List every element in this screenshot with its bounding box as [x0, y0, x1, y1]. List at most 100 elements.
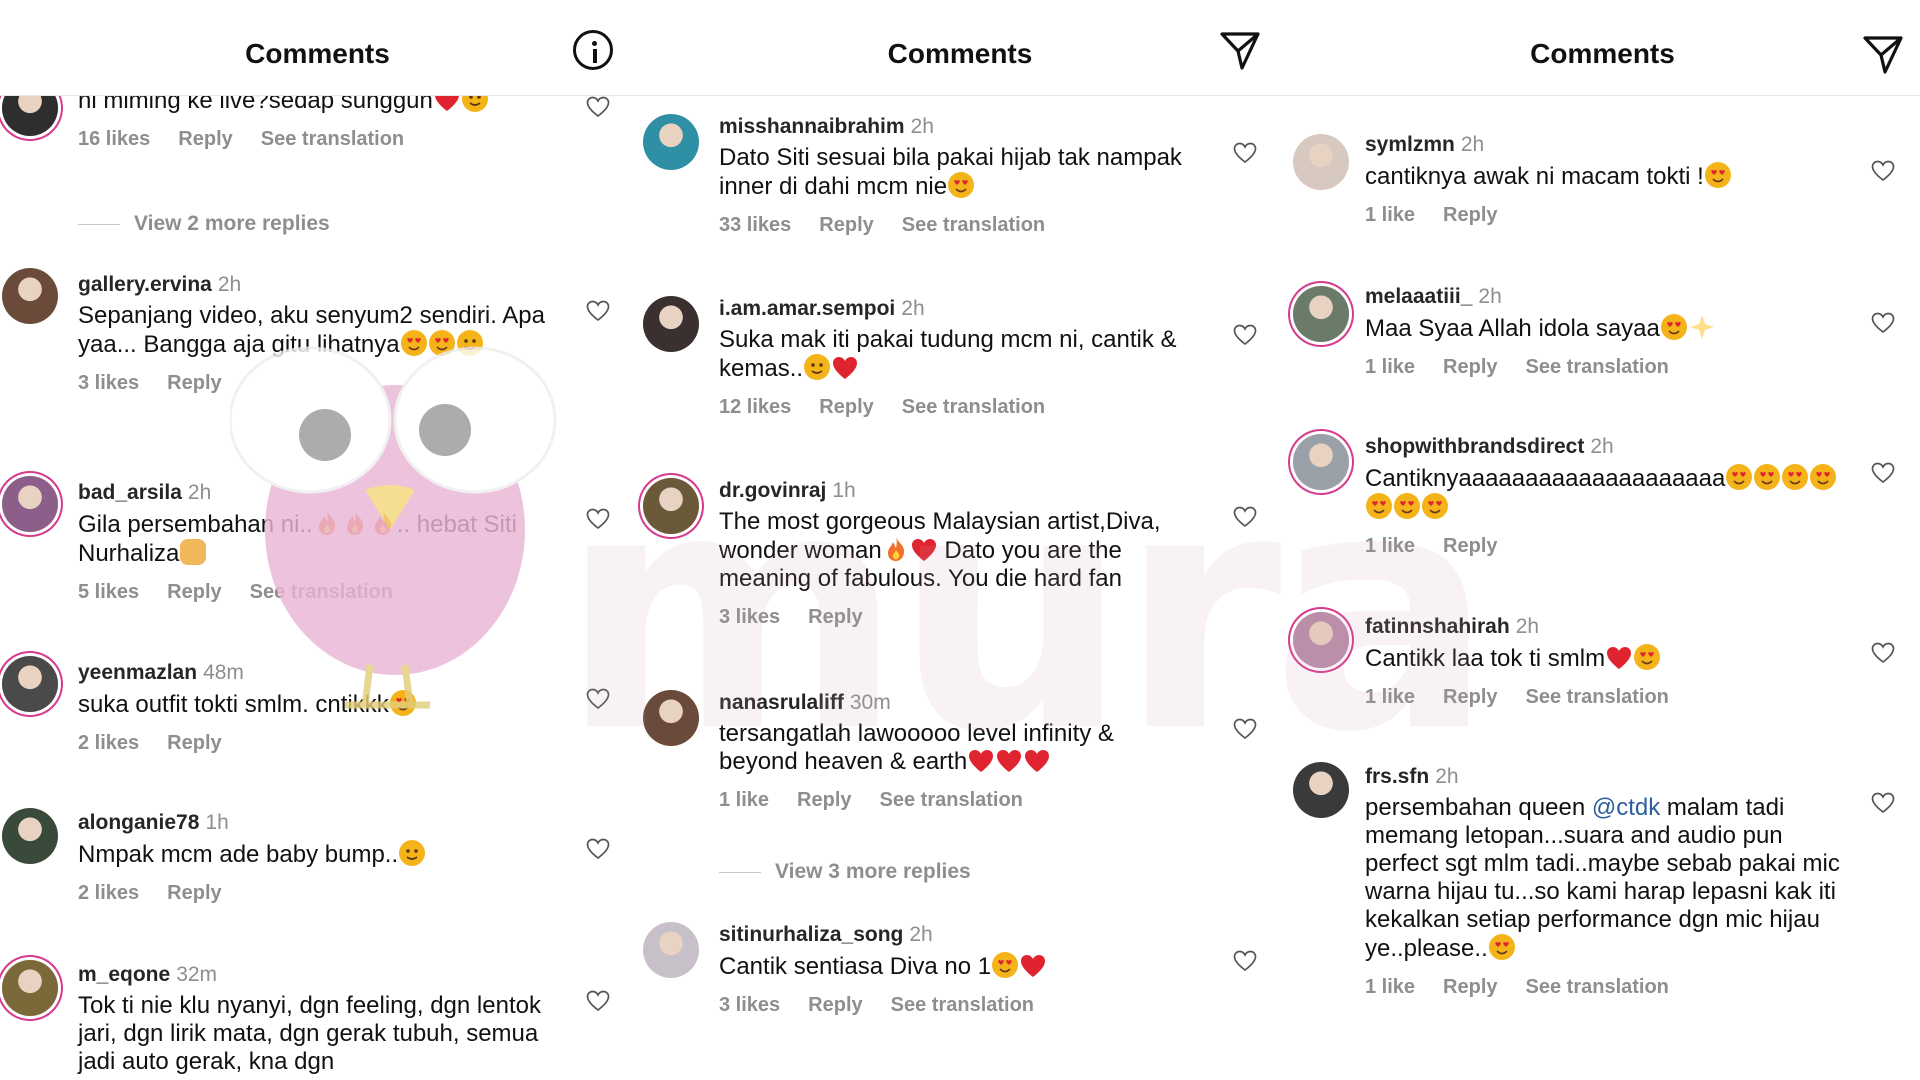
info-icon[interactable]: [573, 30, 615, 72]
send-icon[interactable]: [1219, 30, 1261, 72]
reply-button[interactable]: Reply: [178, 128, 232, 150]
like-heart-icon[interactable]: [1871, 792, 1895, 814]
like-heart-icon[interactable]: [586, 688, 610, 710]
like-heart-icon[interactable]: [1871, 312, 1895, 334]
like-heart-icon[interactable]: [1233, 718, 1257, 740]
username[interactable]: yeenmazlan: [78, 661, 197, 684]
reply-button[interactable]: Reply: [797, 789, 851, 811]
comment-text: persembahan queen @ctdk malam tadi meman…: [1365, 794, 1845, 963]
username[interactable]: nanasrulaliff: [719, 691, 844, 714]
avatar[interactable]: [1293, 762, 1349, 818]
likes-count[interactable]: 1 like: [1365, 686, 1415, 708]
username[interactable]: alonganie78: [78, 811, 199, 834]
avatar[interactable]: [2, 476, 58, 532]
username[interactable]: gallery.ervina: [78, 273, 212, 296]
reply-button[interactable]: Reply: [1443, 356, 1497, 378]
reply-button[interactable]: Reply: [1443, 535, 1497, 557]
comment-text: Suka mak iti pakai tudung mcm ni, cantik…: [719, 326, 1199, 383]
avatar[interactable]: [1293, 612, 1349, 668]
page-title: Comments: [1530, 38, 1675, 69]
like-heart-icon[interactable]: [1233, 324, 1257, 346]
see-translation-link[interactable]: See translation: [902, 396, 1045, 418]
reply-button[interactable]: Reply: [1443, 976, 1497, 998]
username[interactable]: m_eqone: [78, 963, 170, 986]
likes-count[interactable]: 3 likes: [78, 372, 139, 394]
see-translation-link[interactable]: See translation: [250, 581, 393, 603]
likes-count[interactable]: 1 like: [1365, 535, 1415, 557]
likes-count[interactable]: 3 likes: [719, 606, 780, 628]
username[interactable]: fatinnshahirah: [1365, 615, 1510, 638]
likes-count[interactable]: 1 like: [1365, 204, 1415, 226]
avatar[interactable]: [643, 690, 699, 746]
like-heart-icon[interactable]: [1871, 462, 1895, 484]
username[interactable]: dr.govinraj: [719, 479, 826, 502]
avatar[interactable]: [643, 922, 699, 978]
username[interactable]: melaaatiii_: [1365, 285, 1472, 308]
like-heart-icon[interactable]: [1233, 142, 1257, 164]
avatar[interactable]: [643, 296, 699, 352]
like-heart-icon[interactable]: [586, 838, 610, 860]
see-translation-link[interactable]: See translation: [891, 994, 1034, 1016]
avatar[interactable]: [2, 656, 58, 712]
heart-eyes-emoji-icon: [992, 952, 1019, 978]
likes-count[interactable]: 33 likes: [719, 214, 791, 236]
timestamp: 2h: [1435, 765, 1459, 788]
reply-button[interactable]: Reply: [1443, 686, 1497, 708]
see-translation-link[interactable]: See translation: [902, 214, 1045, 236]
see-translation-link[interactable]: See translation: [1526, 976, 1669, 998]
reply-button[interactable]: Reply: [1443, 204, 1497, 226]
comment-text: Cantikk laa tok ti smlm: [1365, 644, 1845, 673]
likes-count[interactable]: 2 likes: [78, 882, 139, 904]
likes-count[interactable]: 1 like: [1365, 356, 1415, 378]
like-heart-icon[interactable]: [1233, 506, 1257, 528]
see-translation-link[interactable]: See translation: [1526, 356, 1669, 378]
reply-button[interactable]: Reply: [819, 396, 873, 418]
likes-count[interactable]: 3 likes: [719, 994, 780, 1016]
reply-button[interactable]: Reply: [167, 372, 221, 394]
like-heart-icon[interactable]: [1871, 642, 1895, 664]
comment-text: Nmpak mcm ade baby bump..: [78, 840, 548, 869]
reply-button[interactable]: Reply: [167, 581, 221, 603]
like-heart-icon[interactable]: [1871, 160, 1895, 182]
view-more-replies-button[interactable]: View 2 more replies: [78, 212, 330, 236]
see-translation-link[interactable]: See translation: [261, 128, 404, 150]
see-translation-link[interactable]: See translation: [1526, 686, 1669, 708]
likes-count[interactable]: 5 likes: [78, 581, 139, 603]
heart-eyes-emoji-icon: [1810, 464, 1837, 490]
username[interactable]: sitinurhaliza_song: [719, 923, 903, 946]
username[interactable]: misshannaibrahim: [719, 115, 905, 138]
username[interactable]: shopwithbrandsdirect: [1365, 435, 1584, 458]
avatar[interactable]: [643, 114, 699, 170]
username[interactable]: frs.sfn: [1365, 765, 1429, 788]
likes-count[interactable]: 1 like: [719, 789, 769, 811]
like-heart-icon[interactable]: [586, 990, 610, 1012]
like-heart-icon[interactable]: [586, 508, 610, 530]
mention-link[interactable]: @ctdk: [1592, 794, 1660, 821]
send-icon[interactable]: [1862, 34, 1904, 76]
avatar[interactable]: [2, 268, 58, 324]
likes-count[interactable]: 1 like: [1365, 976, 1415, 998]
timestamp: 2h: [1478, 285, 1502, 308]
username[interactable]: i.am.amar.sempoi: [719, 297, 895, 320]
avatar[interactable]: [1293, 434, 1349, 490]
avatar[interactable]: [643, 478, 699, 534]
avatar[interactable]: [2, 808, 58, 864]
reply-button[interactable]: Reply: [167, 882, 221, 904]
like-heart-icon[interactable]: [586, 300, 610, 322]
reply-button[interactable]: Reply: [808, 994, 862, 1016]
reply-button[interactable]: Reply: [167, 732, 221, 754]
avatar[interactable]: [2, 960, 58, 1016]
reply-button[interactable]: Reply: [808, 606, 862, 628]
like-heart-icon[interactable]: [586, 96, 610, 118]
likes-count[interactable]: 12 likes: [719, 396, 791, 418]
avatar[interactable]: [1293, 134, 1349, 190]
likes-count[interactable]: 16 likes: [78, 128, 150, 150]
like-heart-icon[interactable]: [1233, 950, 1257, 972]
username[interactable]: symlzmn: [1365, 133, 1455, 156]
likes-count[interactable]: 2 likes: [78, 732, 139, 754]
reply-button[interactable]: Reply: [819, 214, 873, 236]
avatar[interactable]: [1293, 286, 1349, 342]
see-translation-link[interactable]: See translation: [880, 789, 1023, 811]
username[interactable]: bad_arsila: [78, 481, 182, 504]
view-more-replies-button[interactable]: View 3 more replies: [719, 860, 971, 884]
